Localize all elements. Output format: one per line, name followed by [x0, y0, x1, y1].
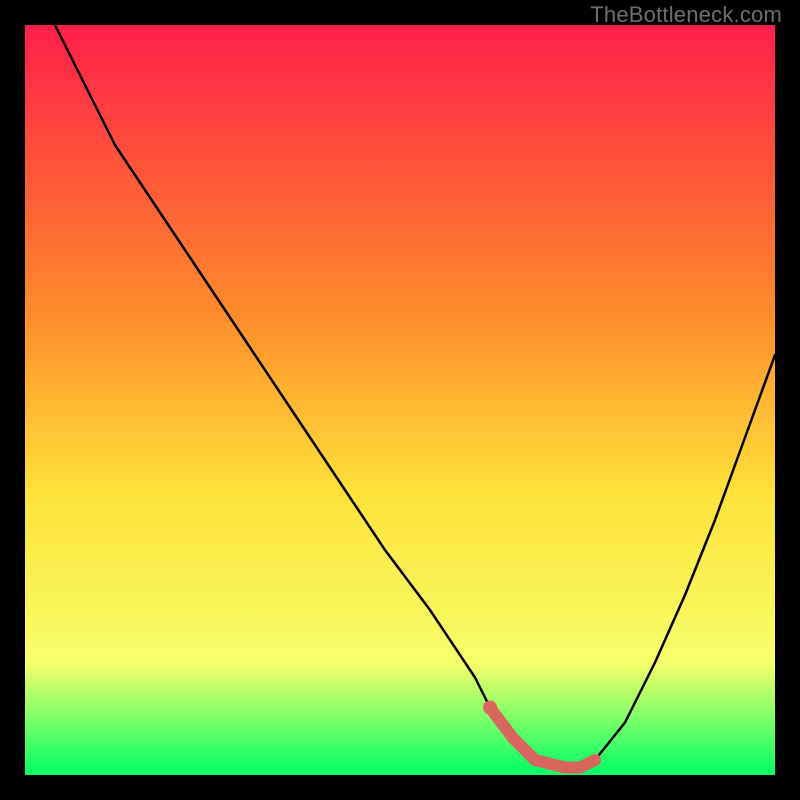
chart-frame: TheBottleneck.com: [0, 0, 800, 800]
plot-svg: [25, 25, 775, 775]
highlight-start-dot: [483, 701, 497, 715]
gradient-background: [25, 25, 775, 775]
plot-area: [25, 25, 775, 775]
